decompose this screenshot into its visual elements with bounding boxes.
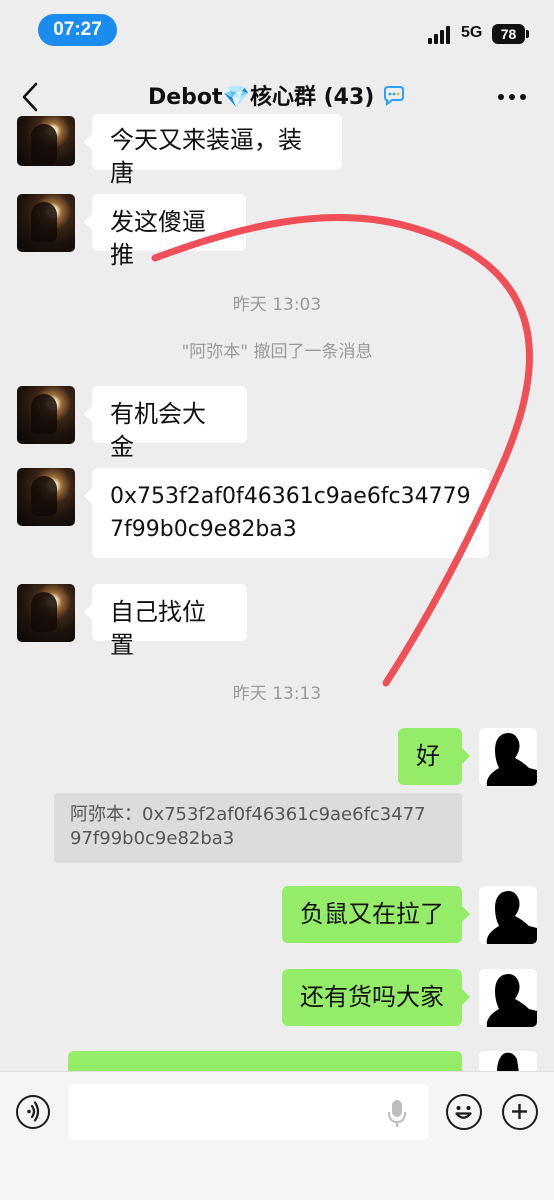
sent-message-bubble[interactable]: 好 (398, 728, 470, 785)
microphone-icon[interactable] (387, 1098, 407, 1128)
chat-title-name: Debot (147, 85, 223, 110)
avatar[interactable] (17, 584, 75, 642)
message-bubble[interactable]: 有机会大金 (84, 386, 247, 461)
recall-notice: "阿弥本" 撤回了一条消息 (181, 342, 373, 362)
sent-message-bubble[interactable]: 负鼠又在拉了 (282, 886, 470, 943)
avatar[interactable] (479, 1051, 537, 1073)
avatar[interactable] (17, 468, 75, 526)
quoted-message[interactable]: 阿弥本：0x753f2af0f46361c9ae6fc3477 97f99b0c… (54, 793, 462, 863)
message-bubble[interactable]: 0x753f2af0f46361c9ae6fc34779 7f99b0c9e82… (84, 468, 489, 558)
input-toolbar (0, 1071, 554, 1200)
avatar[interactable] (17, 116, 75, 166)
avatar[interactable] (479, 886, 537, 944)
timestamp: 昨天 13:03 (232, 295, 322, 315)
avatar[interactable] (479, 728, 537, 786)
status-time: 07:27 (38, 14, 117, 46)
sent-message-bubble[interactable]: 还有货吗大家 (282, 969, 470, 1026)
add-more-icon[interactable] (502, 1094, 538, 1130)
battery-icon: 78 (492, 24, 529, 44)
diamond-icon: 💎 (222, 85, 250, 110)
chat-title: Debot💎核心群 (43) (0, 82, 554, 114)
chat-bubble-icon (384, 86, 405, 107)
message-input[interactable] (69, 1084, 429, 1140)
avatar[interactable] (17, 386, 75, 444)
voice-toggle-icon[interactable] (16, 1095, 50, 1129)
more-options-icon[interactable] (498, 94, 528, 102)
signal-icon (428, 26, 454, 44)
status-bar: 07:27 5G 78 (0, 0, 554, 64)
message-bubble[interactable]: 发这傻逼推 (84, 194, 246, 269)
chat-title-rest: 核心群 (43) (249, 85, 375, 110)
timestamp: 昨天 13:13 (232, 684, 322, 704)
message-bubble[interactable]: 今天又来装逼，装唐 (84, 114, 342, 187)
avatar[interactable] (17, 194, 75, 252)
avatar[interactable] (479, 969, 537, 1027)
network-type: 5G (461, 24, 483, 41)
emoji-icon[interactable] (446, 1094, 482, 1130)
annotation-stroke (151, 214, 533, 687)
message-bubble[interactable]: 自己找位置 (84, 584, 247, 659)
